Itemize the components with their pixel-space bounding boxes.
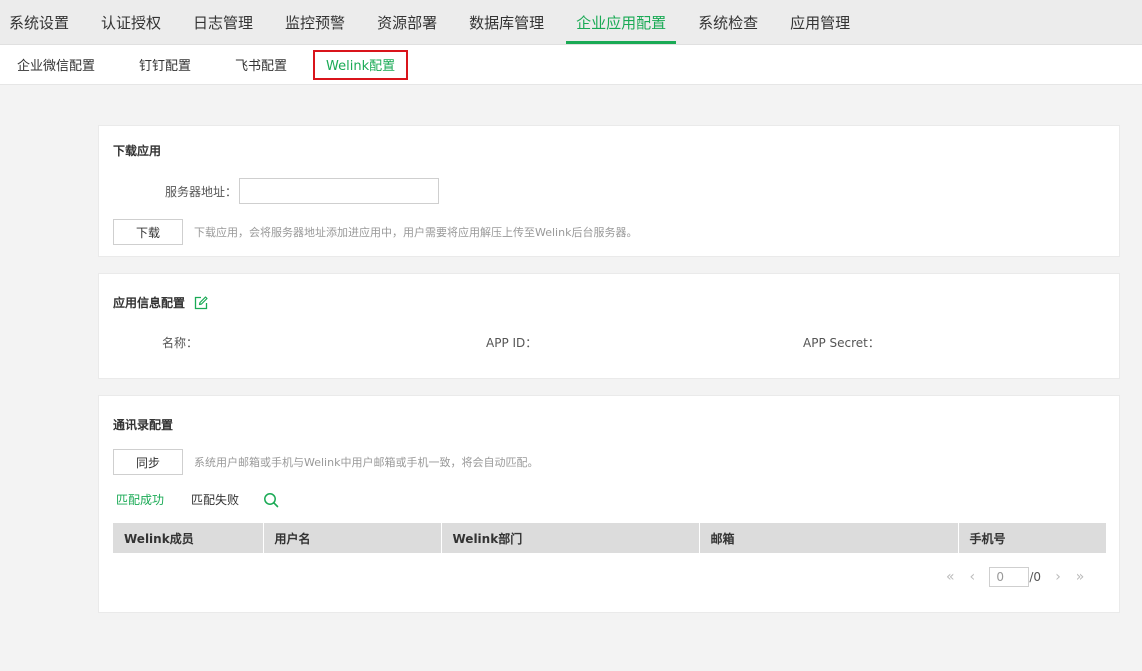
contacts-title: 通讯录配置: [113, 418, 174, 432]
app-info-card: 应用信息配置 名称： APP ID： APP Secret：: [98, 273, 1120, 379]
members-table: Welink成员 用户名 Welink部门 邮箱 手机号: [113, 523, 1106, 553]
server-address-input[interactable]: [239, 178, 439, 204]
subtab-wecom[interactable]: 企业微信配置: [9, 50, 103, 80]
app-id-label: APP ID：: [486, 336, 538, 350]
column-phone: 手机号: [958, 523, 1106, 553]
tab-logs[interactable]: 日志管理: [183, 0, 263, 44]
download-hint: 下载应用，会将服务器地址添加进应用中，用户需要将应用解压上传至Welink后台服…: [194, 226, 638, 239]
download-app-card: 下载应用 服务器地址： 下载 下载应用，会将服务器地址添加进应用中，用户需要将应…: [98, 125, 1120, 257]
tab-system-settings[interactable]: 系统设置: [0, 0, 79, 44]
tab-resource-deploy[interactable]: 资源部署: [367, 0, 447, 44]
last-page-icon[interactable]: »: [1073, 569, 1087, 585]
page-total: /0: [1029, 570, 1041, 584]
app-info-title: 应用信息配置: [113, 296, 186, 310]
next-page-icon[interactable]: ›: [1051, 569, 1065, 585]
download-title: 下载应用: [113, 144, 162, 158]
sync-button[interactable]: 同步: [113, 449, 183, 475]
contacts-card: 通讯录配置 同步 系统用户邮箱或手机与Welink中用户邮箱或手机一致，将会自动…: [98, 395, 1120, 613]
top-navigation: 系统设置 认证授权 日志管理 监控预警 资源部署 数据库管理 企业应用配置 系统…: [0, 0, 1142, 45]
download-button[interactable]: 下载: [113, 219, 183, 245]
tab-system-check[interactable]: 系统检查: [688, 0, 768, 44]
subtab-dingtalk[interactable]: 钉钉配置: [131, 50, 199, 80]
column-welink-member: Welink成员: [113, 523, 264, 553]
sub-navigation: 企业微信配置 钉钉配置 飞书配置 Welink配置: [0, 45, 1142, 85]
column-email: 邮箱: [699, 523, 959, 553]
filter-matched[interactable]: 匹配成功: [116, 491, 164, 508]
sync-hint: 系统用户邮箱或手机与Welink中用户邮箱或手机一致，将会自动匹配。: [194, 456, 539, 469]
column-username: 用户名: [263, 523, 442, 553]
app-name-label: 名称：: [162, 336, 199, 350]
tab-app-management[interactable]: 应用管理: [780, 0, 860, 44]
subtab-feishu[interactable]: 飞书配置: [227, 50, 295, 80]
server-address-label: 服务器地址：: [164, 184, 237, 199]
page-number-input[interactable]: [989, 567, 1030, 587]
pagination: « ‹ /0 › »: [113, 567, 1091, 587]
table-header-row: Welink成员 用户名 Welink部门 邮箱 手机号: [113, 523, 1106, 553]
prev-page-icon[interactable]: ‹: [965, 569, 979, 585]
filter-unmatched[interactable]: 匹配失败: [191, 491, 239, 508]
subtab-welink[interactable]: Welink配置: [313, 49, 409, 80]
edit-icon[interactable]: [194, 295, 208, 310]
column-welink-dept: Welink部门: [441, 523, 700, 553]
search-icon[interactable]: [263, 492, 279, 508]
tab-database[interactable]: 数据库管理: [459, 0, 554, 44]
tab-enterprise-apps[interactable]: 企业应用配置: [566, 0, 677, 44]
main-content: 下载应用 服务器地址： 下载 下载应用，会将服务器地址添加进应用中，用户需要将应…: [0, 85, 1142, 613]
tab-monitoring[interactable]: 监控预警: [275, 0, 355, 44]
tab-auth[interactable]: 认证授权: [91, 0, 171, 44]
app-secret-label: APP Secret：: [803, 336, 880, 350]
first-page-icon[interactable]: «: [943, 569, 957, 585]
